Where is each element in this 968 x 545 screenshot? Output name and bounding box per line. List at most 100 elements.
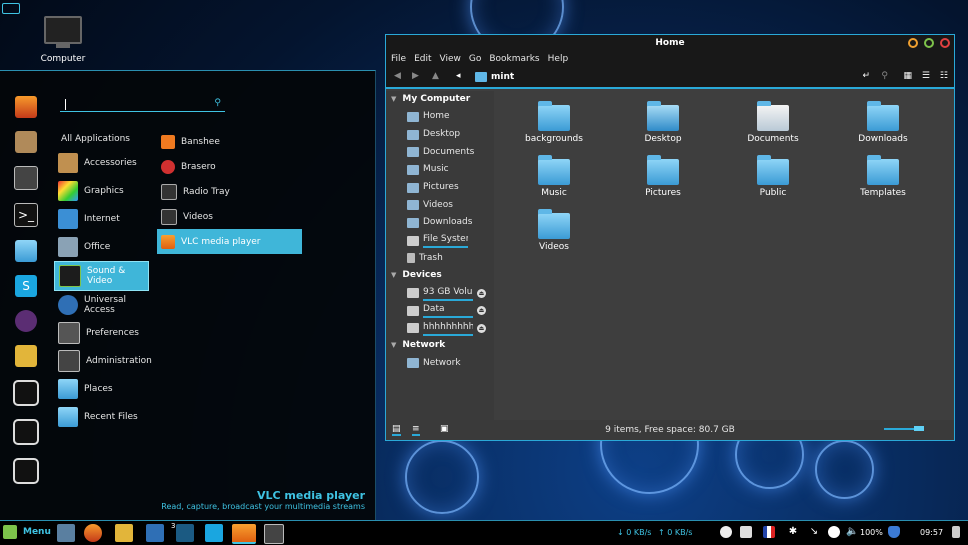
folder-backgrounds[interactable]: backgrounds [509, 101, 599, 144]
category-graphics[interactable]: Graphics [54, 177, 149, 205]
category-preferences[interactable]: Preferences [54, 319, 149, 347]
file-manager-icon[interactable] [176, 524, 194, 542]
computer-desktop-icon[interactable]: Computer [38, 16, 88, 64]
zoom-slider[interactable] [884, 426, 924, 431]
bluetooth-icon[interactable]: ✱ [787, 526, 799, 538]
menu-file[interactable]: File [391, 52, 406, 67]
folder-videos[interactable]: Videos [509, 209, 599, 252]
update-manager-icon[interactable] [828, 526, 840, 538]
folder-icon[interactable] [15, 240, 37, 262]
sidebar-item-file-system[interactable]: File System [386, 232, 494, 250]
skype-icon[interactable] [205, 524, 223, 542]
toggle-location-icon[interactable]: ↵ [862, 71, 870, 81]
battery-level[interactable]: 100% [860, 528, 883, 537]
folder-downloads[interactable]: Downloads [838, 101, 928, 144]
category-all-applications[interactable]: All Applications [54, 131, 149, 147]
eject-icon[interactable]: ⏏ [477, 288, 486, 298]
sidebar-device-data[interactable]: Data ⏏ [386, 302, 494, 320]
sidebar-item-network[interactable]: Network [386, 354, 494, 372]
category-recent-files[interactable]: Recent Files [54, 403, 149, 431]
menu-edit[interactable]: Edit [414, 52, 431, 67]
system-settings-icon[interactable] [264, 524, 284, 544]
folder-documents[interactable]: Documents [728, 101, 818, 144]
skype-icon[interactable]: S [15, 275, 37, 297]
list-view-icon[interactable]: ☰ [922, 71, 930, 81]
category-office[interactable]: Office [54, 233, 149, 261]
firefox-icon[interactable] [15, 96, 37, 118]
app-banshee[interactable]: Banshee [157, 129, 302, 154]
show-desktop-button[interactable] [2, 3, 20, 14]
breadcrumb[interactable]: mint [472, 67, 523, 89]
vlc-icon[interactable] [232, 524, 256, 544]
shield-icon[interactable] [888, 526, 900, 538]
up-icon[interactable]: ▲ [432, 71, 439, 81]
menu-search[interactable]: ⚲ [60, 97, 225, 112]
my-computer-header[interactable]: ▼ My Computer [386, 91, 494, 108]
back-icon[interactable]: ◀ [394, 71, 401, 81]
power-icon[interactable] [13, 458, 39, 484]
volume-icon[interactable]: 🔈 [846, 526, 858, 538]
user-icon[interactable] [720, 526, 732, 538]
menu-button[interactable]: Menu [3, 525, 51, 539]
archive-manager-icon[interactable] [15, 131, 37, 153]
sidebar-item-desktop[interactable]: Desktop [386, 126, 494, 144]
search-icon[interactable]: ⚲ [881, 71, 888, 81]
terminal-icon[interactable]: >_ [14, 203, 38, 227]
forward-icon[interactable]: ▶ [412, 71, 419, 81]
search-icon[interactable]: ⚲ [214, 98, 221, 108]
menu-help[interactable]: Help [548, 52, 569, 67]
firefox-icon[interactable] [84, 524, 102, 542]
clock[interactable]: 09:57 [920, 528, 943, 537]
logout-icon[interactable] [13, 419, 39, 445]
menu-go[interactable]: Go [469, 52, 481, 67]
app-brasero[interactable]: Brasero [157, 154, 302, 179]
office-suite-icon[interactable] [15, 345, 37, 367]
menu-bookmarks[interactable]: Bookmarks [489, 52, 539, 67]
workspace-switcher-icon[interactable] [146, 524, 164, 542]
app-videos[interactable]: Videos [157, 204, 302, 229]
category-accessories[interactable]: Accessories [54, 149, 149, 177]
sidebar-item-trash[interactable]: Trash [386, 250, 494, 268]
app-vlc[interactable]: VLC media player [157, 229, 302, 254]
clipboard-icon[interactable] [740, 526, 752, 538]
category-sound-video[interactable]: Sound & Video [54, 261, 149, 291]
search-input[interactable] [64, 97, 208, 109]
folder-public[interactable]: Public [728, 155, 818, 198]
sidebar-item-downloads[interactable]: Downloads [386, 214, 494, 232]
network-header[interactable]: ▼ Network [386, 337, 494, 354]
breadcrumb-left-icon[interactable]: ◂ [456, 71, 461, 81]
category-administration[interactable]: Administration [54, 347, 152, 375]
system-settings-icon[interactable] [14, 166, 38, 190]
devices-header[interactable]: ▼ Devices [386, 267, 494, 284]
category-places[interactable]: Places [54, 375, 149, 403]
sidebar-device-volume[interactable]: 93 GB Volu...⏏ [386, 284, 494, 302]
sidebar-item-pictures[interactable]: Pictures [386, 179, 494, 197]
compact-view-icon[interactable]: ☷ [940, 71, 948, 81]
sidebar-device-hhhh[interactable]: hhhhhhhhhh⏏ [386, 320, 494, 338]
category-universal-access[interactable]: Universal Access [54, 291, 149, 319]
minimize-button[interactable] [908, 38, 918, 48]
lock-screen-icon[interactable] [13, 380, 39, 406]
folder-music[interactable]: Music [509, 155, 599, 198]
folder-templates[interactable]: Templates [838, 155, 928, 198]
sidebar-item-home[interactable]: Home [386, 108, 494, 126]
sidebar-item-music[interactable]: Music [386, 161, 494, 179]
show-desktop-corner-icon[interactable] [952, 526, 960, 538]
menu-view[interactable]: View [440, 52, 461, 67]
office-suite-icon[interactable] [115, 524, 133, 542]
folder-pictures[interactable]: Pictures [618, 155, 708, 198]
sidebar-item-documents[interactable]: Documents [386, 143, 494, 161]
sidebar-item-videos[interactable]: Videos [386, 196, 494, 214]
eject-icon[interactable]: ⏏ [477, 306, 486, 316]
app-radio-tray[interactable]: Radio Tray [157, 179, 302, 204]
category-internet[interactable]: Internet [54, 205, 149, 233]
maximize-button[interactable] [924, 38, 934, 48]
keyboard-layout-flag-icon[interactable] [763, 526, 775, 538]
network-icon[interactable]: ↘ [808, 526, 820, 538]
window-titlebar[interactable]: Home [386, 35, 954, 52]
eject-icon[interactable]: ⏏ [477, 323, 486, 333]
folder-desktop[interactable]: Desktop [618, 101, 708, 144]
show-desktop-icon[interactable] [57, 524, 75, 542]
icon-view-icon[interactable]: ▦ [903, 71, 912, 81]
close-button[interactable] [940, 38, 950, 48]
